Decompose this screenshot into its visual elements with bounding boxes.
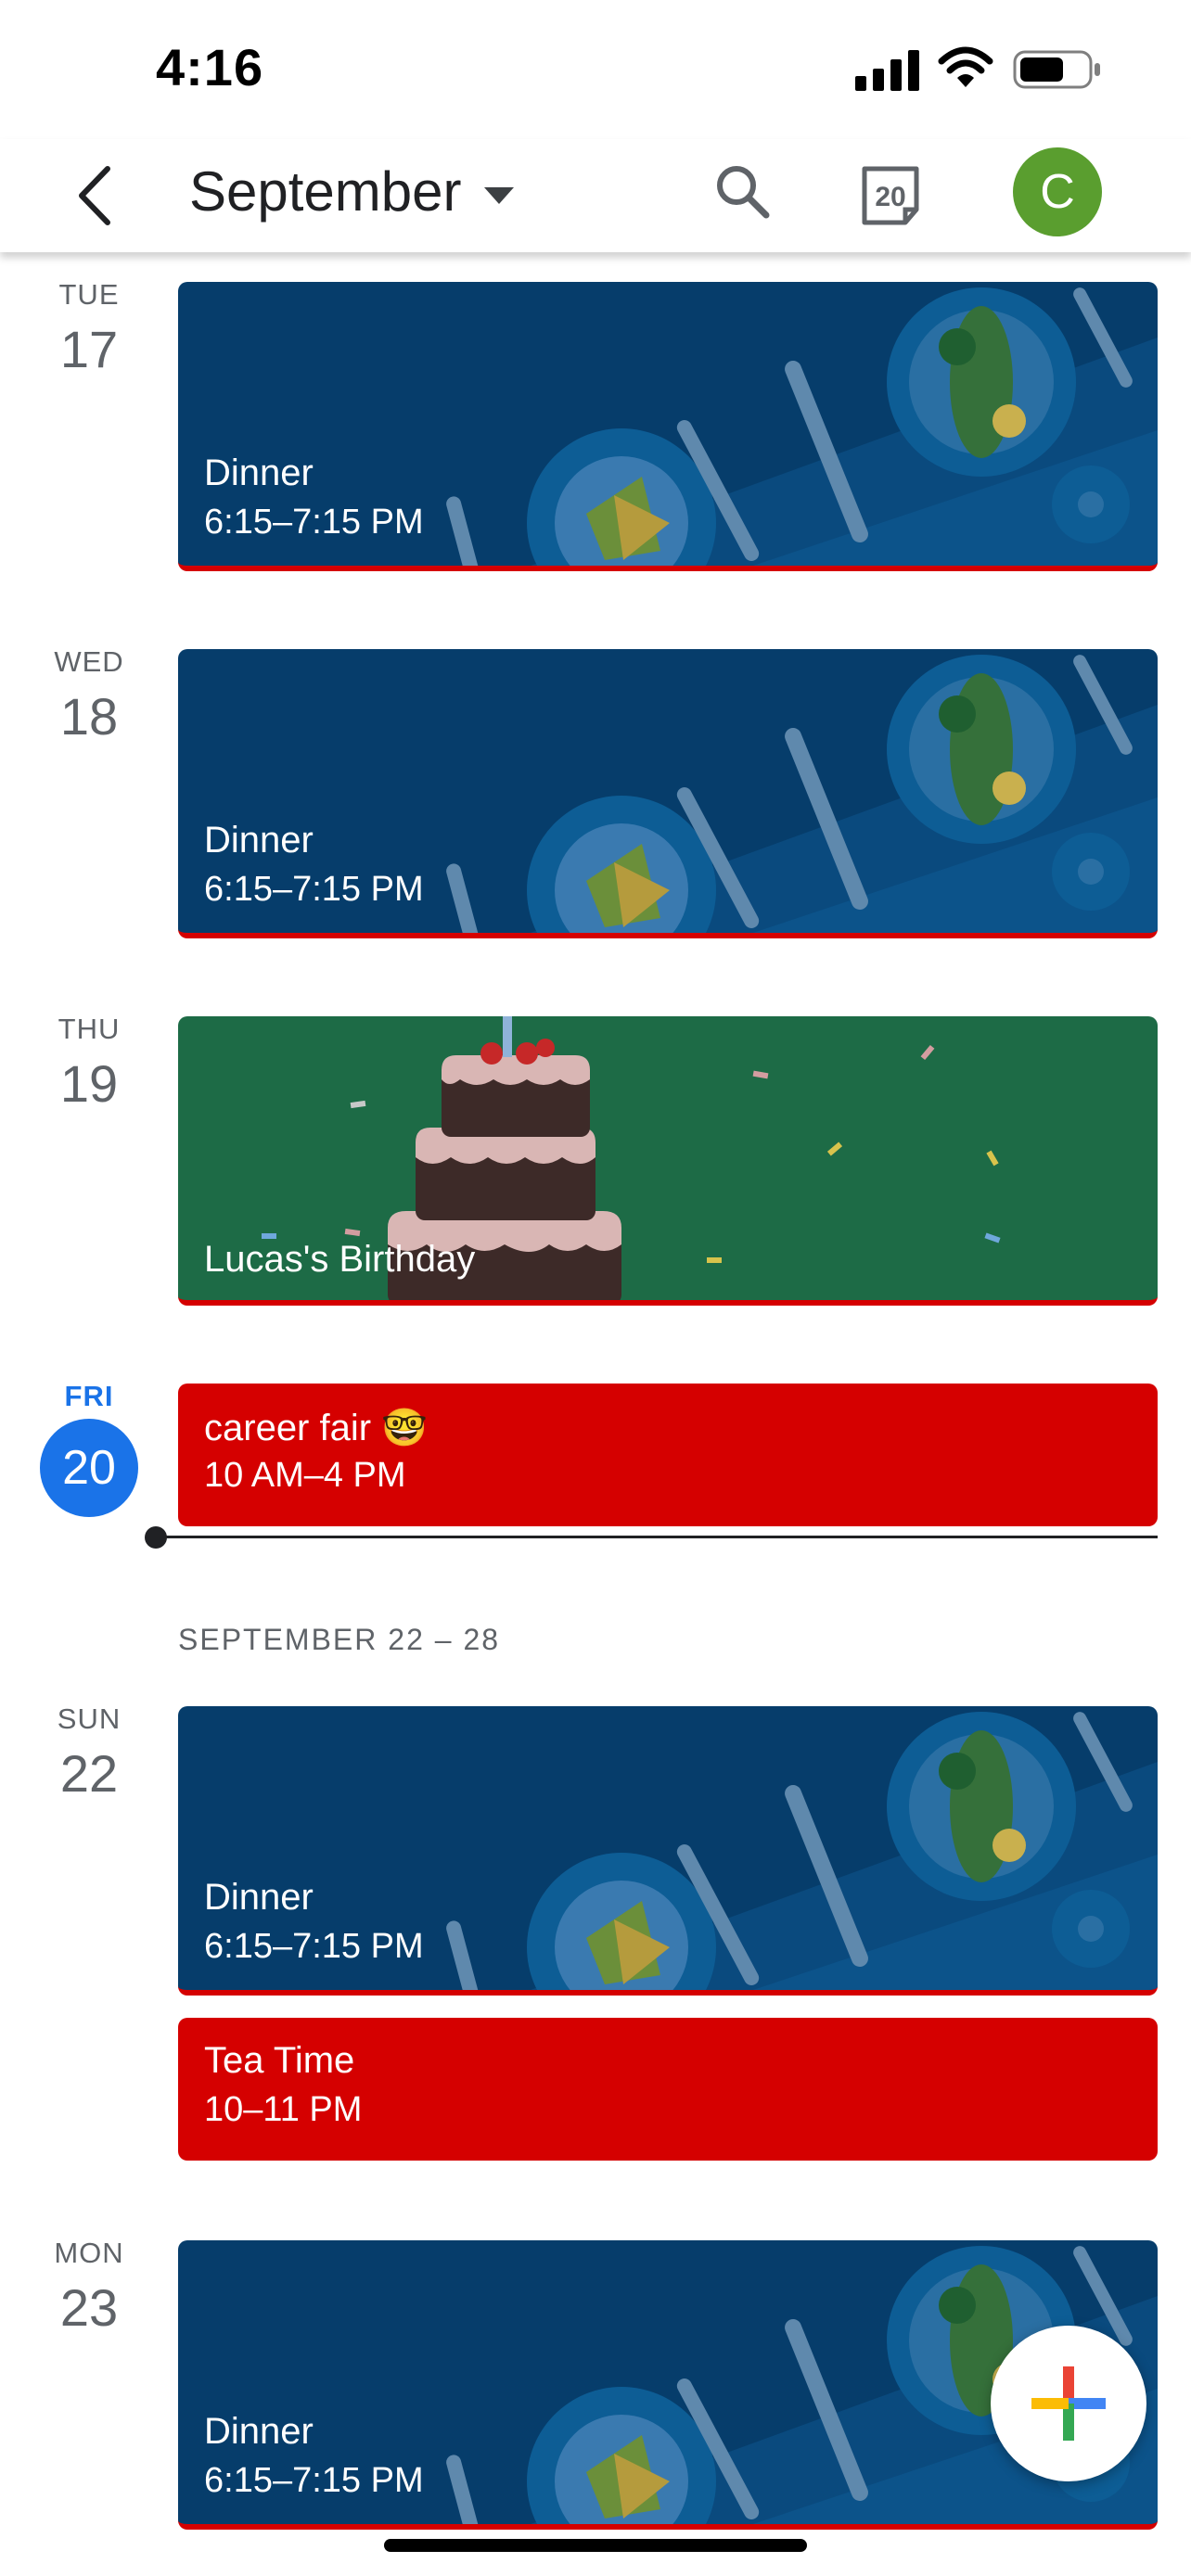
search-icon[interactable] [711,159,775,224]
event-dinner-17[interactable]: Dinner 6:15–7:15 PM [178,282,1158,571]
day-number: 22 [59,1744,119,1803]
day-label-22[interactable]: SUN 22 [0,1702,178,1804]
wifi-icon [938,46,993,87]
day-label-18[interactable]: WED 18 [0,645,178,746]
today-number: 20 [875,182,906,212]
week-range-header: SEPTEMBER 22 – 28 [178,1623,501,1656]
event-title: Dinner [204,453,314,493]
event-time: 6:15–7:15 PM [204,1927,424,1966]
day-of-week: TUE [58,278,120,311]
event-career-fair[interactable]: career fair 🤓 10 AM–4 PM [178,1384,1158,1526]
event-title: Dinner [204,820,314,861]
day-label-19[interactable]: THU 19 [0,1013,178,1114]
cellular-signal-icon [855,50,919,91]
plus-icon [1031,2366,1106,2441]
day-number: 19 [59,1054,119,1113]
day-number: 17 [59,320,119,378]
day-of-week: THU [58,1013,121,1045]
event-time: 6:15–7:15 PM [204,870,424,909]
event-time: 10 AM–4 PM [204,1456,406,1495]
day-of-week: WED [54,645,124,678]
event-birthday-19[interactable]: Lucas's Birthday [178,1016,1158,1306]
day-of-week: SUN [57,1702,122,1735]
event-title: Tea Time [204,2040,355,2081]
event-dinner-22[interactable]: Dinner 6:15–7:15 PM [178,1706,1158,1996]
month-title[interactable]: September [189,159,462,223]
day-of-week: FRI [64,1380,114,1412]
today-day-number: 20 [40,1419,138,1517]
back-arrow-icon[interactable] [70,163,122,228]
chevron-down-icon[interactable] [482,185,516,206]
day-label-23[interactable]: MON 23 [0,2237,178,2338]
event-dinner-18[interactable]: Dinner 6:15–7:15 PM [178,649,1158,938]
jump-to-today-button[interactable]: 20 [857,158,924,230]
event-title: Lucas's Birthday [204,1239,476,1280]
day-of-week: MON [54,2237,124,2269]
day-number: 23 [59,2278,119,2337]
home-indicator[interactable] [384,2539,807,2552]
event-time: 6:15–7:15 PM [204,503,424,542]
event-time: 6:15–7:15 PM [204,2461,424,2500]
event-title: career fair 🤓 [204,1408,428,1448]
status-bar: 4:16 [0,0,1191,139]
app-bar: September 20 C [0,139,1191,252]
day-label-20-today[interactable]: FRI 20 [0,1380,178,1517]
day-label-17[interactable]: TUE 17 [0,278,178,379]
event-time: 10–11 PM [204,2090,363,2129]
event-tea-time[interactable]: Tea Time 10–11 PM [178,2018,1158,2161]
status-time: 4:16 [156,38,264,96]
account-avatar[interactable]: C [1013,147,1102,236]
event-title: Dinner [204,2411,314,2452]
battery-icon [1013,50,1100,89]
create-event-button[interactable] [991,2326,1146,2481]
current-time-line [156,1536,1158,1538]
day-number: 18 [59,687,119,746]
event-title: Dinner [204,1877,314,1918]
